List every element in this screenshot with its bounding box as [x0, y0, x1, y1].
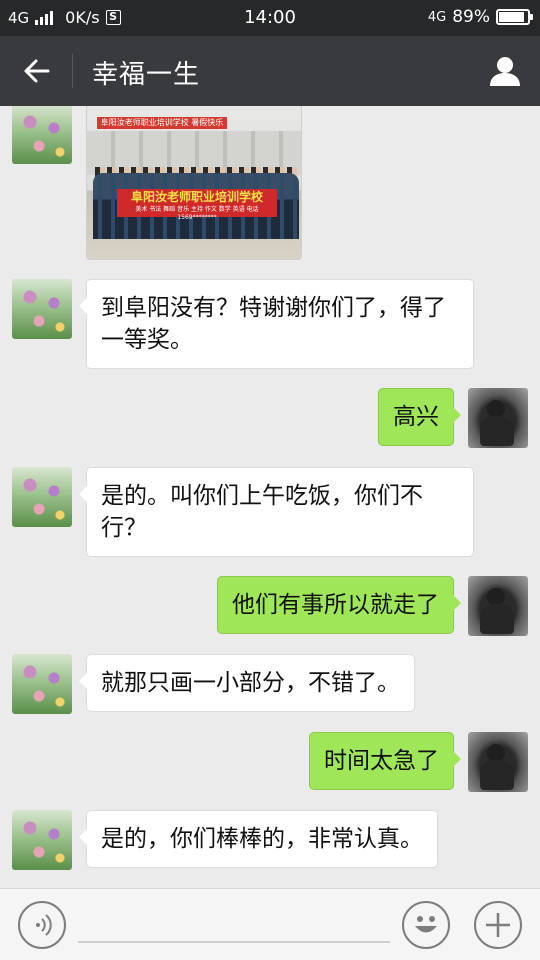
plus-icon[interactable] [474, 901, 522, 949]
status-bar: 4G 0K/s S 14:00 4G 89% [0, 0, 540, 36]
my-avatar[interactable] [468, 732, 528, 792]
header-divider [72, 54, 73, 88]
network-label-right: 4G [427, 9, 447, 25]
voice-icon[interactable] [18, 901, 66, 949]
chat-header: 幸福一生 [0, 36, 540, 106]
my-avatar[interactable] [468, 388, 528, 448]
emoji-icon[interactable] [402, 901, 450, 949]
contact-avatar[interactable] [12, 279, 72, 339]
contact-avatar[interactable] [12, 467, 72, 527]
arrow-left-icon[interactable] [18, 52, 56, 90]
message-bubble-received[interactable]: 就那只画一小部分，不错了。 [79, 654, 415, 712]
contact-avatar[interactable] [12, 654, 72, 714]
my-avatar[interactable] [468, 576, 528, 636]
person-icon[interactable] [488, 54, 522, 88]
message-bubble-received[interactable]: 到阜阳没有？特谢谢你们了，得了一等奖。 [79, 279, 474, 369]
message-bubble-sent[interactable]: 高兴 [378, 388, 461, 446]
photo-banner-main: 阜阳汝老师职业培训学校 美术 书法 舞蹈 音乐 主持 作文 数学 英语 电话 1… [117, 189, 277, 221]
contact-avatar[interactable] [12, 810, 72, 870]
photo-banner-small: 阜阳汝老师职业培训学校 暑假快乐 [97, 117, 227, 129]
message-bubble-sent[interactable]: 时间太急了 [309, 732, 461, 790]
message-bubble-received[interactable]: 是的，你们棒棒的，非常认真。 [79, 810, 438, 868]
photo-message[interactable]: 阜阳汝老师职业培训学校 暑假快乐 阜阳汝老师职业培训学校 美术 书法 舞蹈 音乐… [86, 106, 302, 260]
input-bar [0, 888, 540, 960]
battery-percent: 89% [452, 7, 490, 27]
message-input[interactable] [78, 941, 390, 943]
message-bubble-received[interactable]: 是的。叫你们上午吃饭，你们不行？ [79, 467, 474, 557]
message-bubble-sent[interactable]: 他们有事所以就走了 [217, 576, 461, 634]
battery-icon [496, 9, 533, 25]
chat-title: 幸福一生 [92, 60, 201, 90]
contact-avatar[interactable] [12, 106, 72, 164]
chat-area[interactable]: 阜阳汝老师职业培训学校 暑假快乐 阜阳汝老师职业培训学校 美术 书法 舞蹈 音乐… [0, 106, 540, 888]
